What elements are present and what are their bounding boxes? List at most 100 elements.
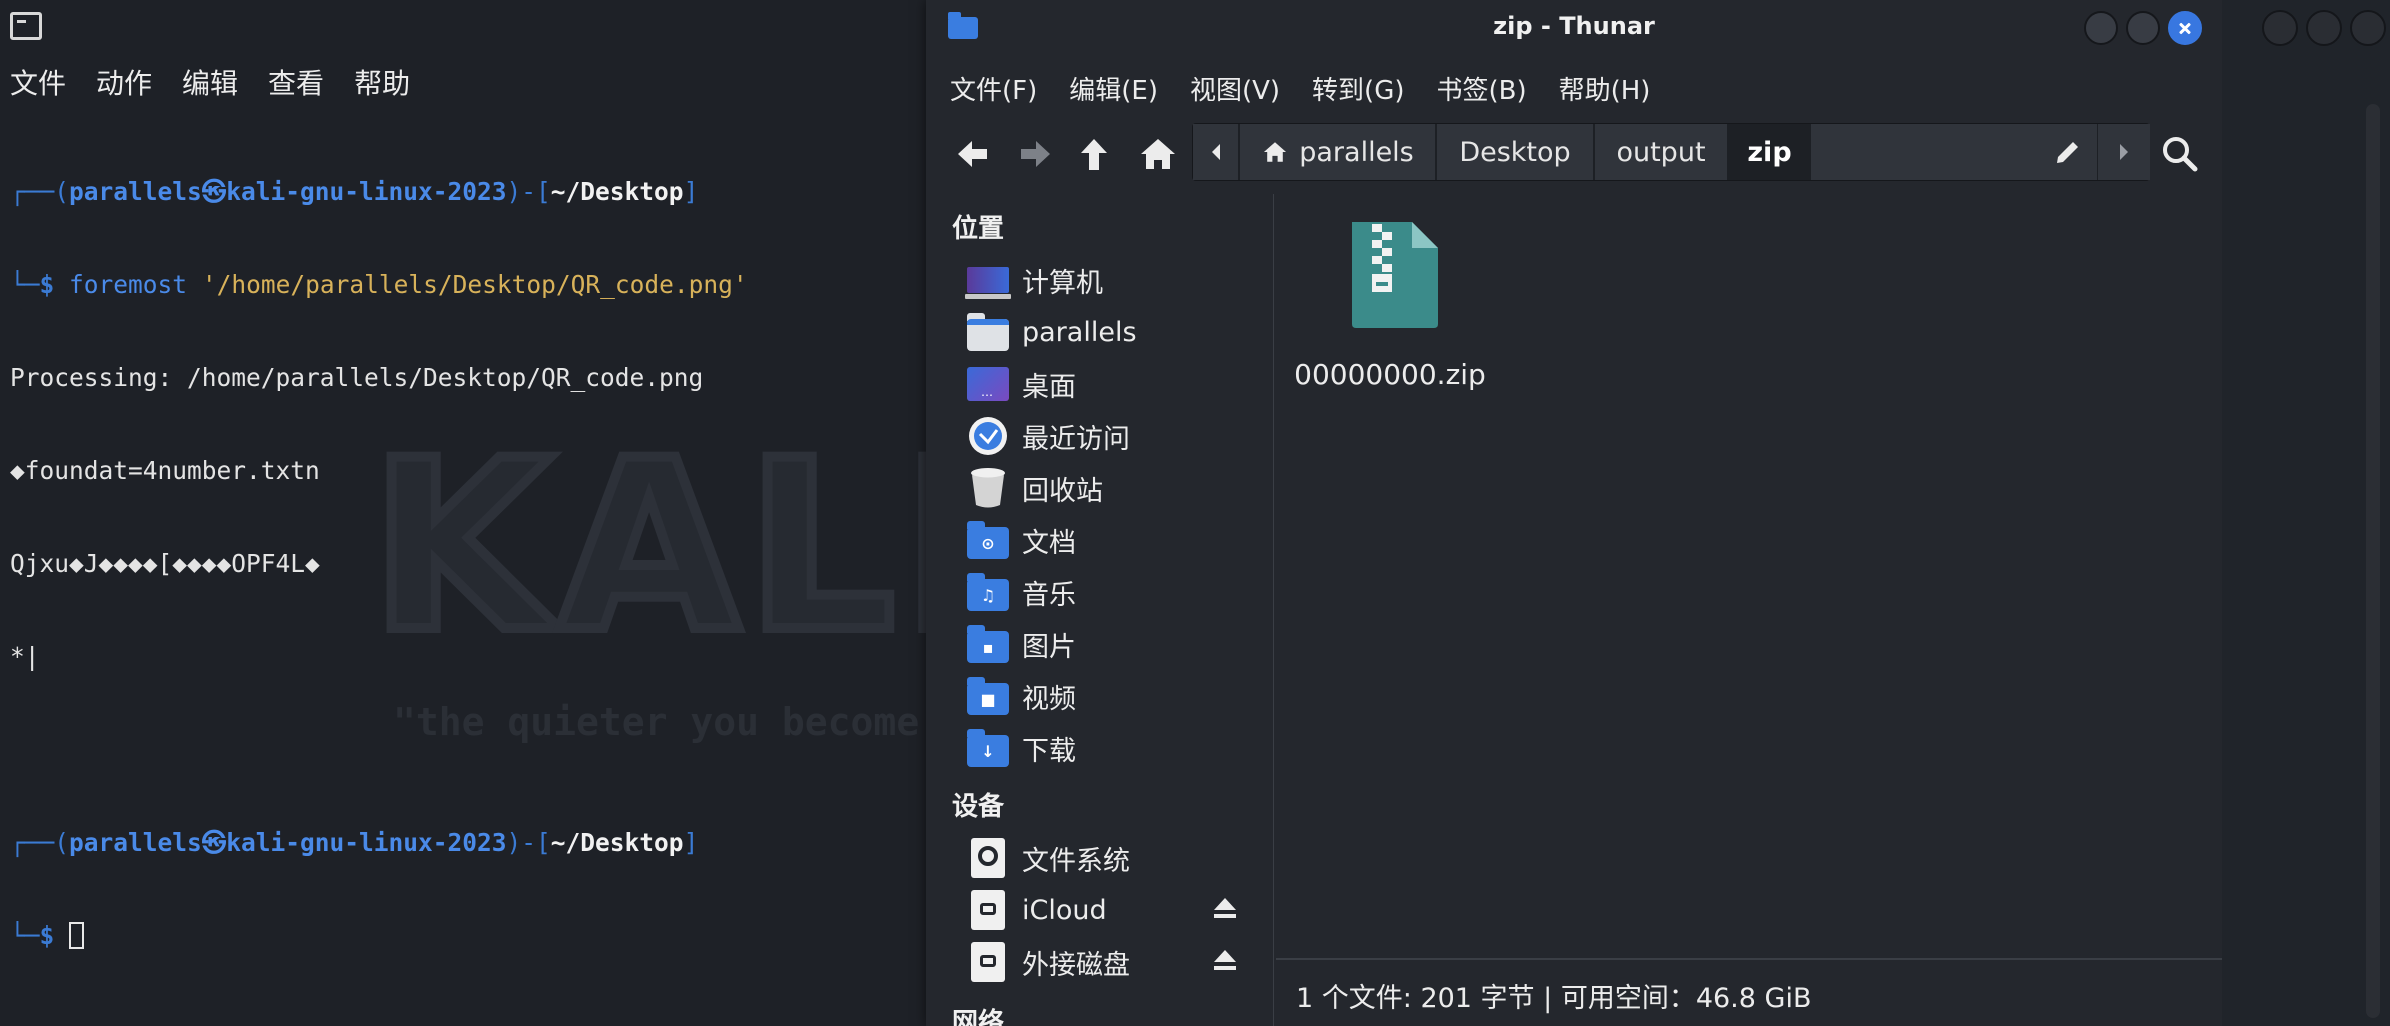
terminal-menu-help[interactable]: 帮助	[354, 62, 410, 102]
prompt-line: ┌──(parallels㉿kali-gnu-linux-2023)-[~/De…	[10, 176, 940, 207]
command-line: └─$ foremost '/home/parallels/Desktop/QR…	[10, 269, 940, 300]
background-maximize-button[interactable]	[2306, 10, 2342, 46]
sidebar-item-computer[interactable]: 计算机	[965, 258, 1266, 302]
prompt-user-host: parallels㉿kali-gnu-linux-2023	[69, 828, 507, 857]
thunar-menubar: 文件(F) 编辑(E) 视图(V) 转到(G) 书签(B) 帮助(H)	[950, 68, 1650, 108]
sidebar-item-trash[interactable]: 回收站	[966, 466, 1266, 510]
sidebar: 位置 计算机 parallels … 桌面 最近访问 回收站 ⊙ 文档 ♫ 音乐…	[926, 194, 1274, 1026]
recent-icon	[966, 416, 1010, 456]
sidebar-item-filesystem[interactable]: 文件系统	[966, 836, 1266, 880]
prompt-symbol: $	[39, 270, 55, 299]
status-bar: 1 个文件: 201 字节 | 可用空间：46.8 GiB	[1276, 958, 2222, 1026]
background-close-button[interactable]	[2350, 10, 2386, 46]
computer-icon	[965, 260, 1011, 300]
drive-icon	[966, 890, 1010, 930]
drive-icon	[966, 942, 1010, 982]
file-view[interactable]: 00000000.zip	[1276, 194, 2222, 952]
search-button[interactable]	[2156, 130, 2204, 178]
sidebar-item-label: 视频	[1022, 683, 1076, 715]
sidebar-item-external-disk[interactable]: 外接磁盘	[966, 940, 1266, 984]
sidebar-item-label: iCloud	[1022, 894, 1107, 926]
output-line: Processing: /home/parallels/Desktop/QR_c…	[10, 363, 704, 392]
back-button[interactable]	[950, 132, 994, 176]
eject-icon[interactable]	[1212, 896, 1238, 924]
terminal-output[interactable]: ┌──(parallels㉿kali-gnu-linux-2023)-[~/De…	[10, 114, 940, 1013]
path-scroll-right-button[interactable]	[2098, 124, 2150, 180]
documents-folder-icon: ⊙	[966, 520, 1010, 560]
menu-file[interactable]: 文件(F)	[950, 70, 1037, 107]
breadcrumb-label: output	[1616, 136, 1706, 168]
file-name: 00000000.zip	[1294, 358, 1486, 391]
sidebar-item-music[interactable]: ♫ 音乐	[966, 570, 1266, 614]
breadcrumb-label: zip	[1747, 136, 1792, 168]
terminal-menu-file[interactable]: 文件	[10, 62, 66, 102]
sidebar-item-label: 回收站	[1022, 475, 1103, 507]
sidebar-item-documents[interactable]: ⊙ 文档	[966, 518, 1266, 562]
input-line[interactable]: └─$	[10, 920, 940, 951]
terminal-menu-view[interactable]: 查看	[268, 62, 324, 102]
prompt-dir: ~/Desktop	[550, 828, 684, 857]
sidebar-item-downloads[interactable]: ↓ 下载	[966, 726, 1266, 770]
close-button[interactable]	[2168, 11, 2202, 45]
sidebar-item-label: 文档	[1022, 527, 1076, 559]
downloads-folder-icon: ↓	[966, 728, 1010, 768]
breadcrumb-label: Desktop	[1459, 136, 1571, 168]
sidebar-item-icloud[interactable]: iCloud	[966, 888, 1266, 932]
prompt-sep: )-[	[506, 177, 551, 206]
videos-folder-icon: ■	[966, 676, 1010, 716]
terminal-menu-action[interactable]: 动作	[96, 62, 152, 102]
maximize-button[interactable]	[2126, 11, 2160, 45]
sidebar-item-label: 下载	[1022, 735, 1076, 767]
command-argument: '/home/parallels/Desktop/QR_code.png'	[187, 270, 748, 299]
menu-view[interactable]: 视图(V)	[1190, 70, 1280, 107]
menu-go[interactable]: 转到(G)	[1312, 70, 1404, 107]
prompt-corner-bottom: └─	[10, 270, 40, 299]
path-entry-area[interactable]	[1811, 124, 2097, 180]
terminal-menu-edit[interactable]: 编辑	[182, 62, 238, 102]
menu-help[interactable]: 帮助(H)	[1559, 70, 1651, 107]
search-icon	[2163, 137, 2198, 172]
breadcrumb-parallels[interactable]: parallels	[1240, 124, 1436, 180]
pictures-folder-icon: ▪	[966, 624, 1010, 664]
menu-bookmarks[interactable]: 书签(B)	[1436, 70, 1526, 107]
sidebar-heading-network: 网络	[952, 1008, 1005, 1026]
breadcrumb-label: parallels	[1299, 136, 1414, 168]
eject-icon[interactable]	[1212, 948, 1238, 976]
terminal-window[interactable]: 文件 动作 编辑 查看 帮助 KALI "the quieter you bec…	[0, 0, 940, 1026]
breadcrumb-desktop[interactable]: Desktop	[1437, 124, 1594, 180]
pencil-icon[interactable]	[2053, 137, 2083, 167]
home-icon	[1141, 139, 1175, 169]
sidebar-item-label: parallels	[1022, 316, 1137, 348]
menu-edit[interactable]: 编辑(E)	[1069, 70, 1158, 107]
background-window-edge	[2222, 0, 2390, 1026]
sidebar-item-recent[interactable]: 最近访问	[966, 414, 1266, 458]
scrollbar[interactable]	[2366, 104, 2380, 1018]
thunar-window[interactable]: zip - Thunar 文件(F) 编辑(E) 视图(V) 转到(G) 书签(…	[926, 0, 2222, 1026]
path-scroll-left-button[interactable]	[1193, 124, 1239, 180]
background-minimize-button[interactable]	[2262, 10, 2298, 46]
sidebar-item-pictures[interactable]: ▪ 图片	[966, 622, 1266, 666]
status-text: 1 个文件: 201 字节 | 可用空间：46.8 GiB	[1296, 983, 1812, 1014]
home-button[interactable]	[1136, 132, 1180, 176]
sidebar-item-parallels[interactable]: parallels	[966, 310, 1266, 354]
sidebar-item-label: 音乐	[1022, 579, 1076, 611]
breadcrumb-output[interactable]: output	[1595, 124, 1728, 180]
thunar-titlebar[interactable]: zip - Thunar	[926, 0, 2222, 56]
arrow-right-icon	[1021, 141, 1050, 167]
sidebar-item-label: 图片	[1022, 631, 1076, 663]
forward-button[interactable]	[1014, 132, 1058, 176]
sidebar-item-videos[interactable]: ■ 视频	[966, 674, 1266, 718]
toolbar: parallels Desktop output zip	[926, 118, 2222, 190]
sidebar-item-label: 文件系统	[1022, 845, 1130, 877]
zip-archive-icon	[1352, 222, 1438, 328]
terminal-app-icon	[10, 12, 42, 40]
prompt-sep: )-[	[506, 828, 551, 857]
file-item[interactable]: 00000000.zip	[1290, 218, 1510, 398]
up-button[interactable]	[1072, 132, 1116, 176]
breadcrumb-zip[interactable]: zip	[1729, 124, 1811, 180]
sidebar-item-desktop[interactable]: … 桌面	[966, 362, 1266, 406]
prompt-corner-bottom: └─	[10, 921, 40, 950]
minimize-button[interactable]	[2084, 11, 2118, 45]
filesystem-icon	[966, 838, 1010, 878]
